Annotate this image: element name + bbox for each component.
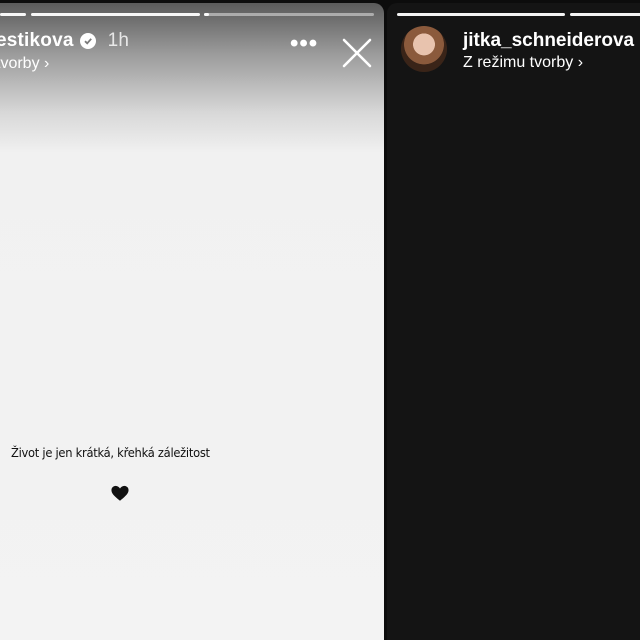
right-username[interactable]: jitka_schneiderova bbox=[463, 30, 634, 52]
close-icon[interactable] bbox=[340, 36, 374, 70]
left-username[interactable]: estikova bbox=[0, 30, 74, 52]
right-progress-bar-1 bbox=[397, 13, 565, 16]
left-progress-bar-1 bbox=[0, 13, 26, 16]
more-options-icon[interactable]: ••• bbox=[290, 32, 318, 56]
story-caption: Život je jen krátká, křehká záležitost bbox=[10, 445, 210, 460]
story-time: 1h bbox=[107, 30, 130, 51]
left-subtitle-link[interactable]: tvorby › bbox=[0, 55, 49, 73]
left-progress-bar-3 bbox=[204, 13, 374, 16]
black-heart-icon bbox=[111, 485, 129, 501]
left-progress-bar-3-fill bbox=[204, 13, 209, 16]
left-story-panel[interactable]: estikova 1h tvorby › ••• Život je jen kr… bbox=[0, 3, 384, 640]
right-subtitle-link[interactable]: Z režimu tvorby › bbox=[463, 54, 583, 72]
right-story-panel[interactable]: jitka_schneiderova Z režimu tvorby › bbox=[387, 3, 640, 640]
avatar[interactable] bbox=[401, 26, 447, 72]
right-progress-bar-2 bbox=[570, 13, 640, 16]
left-story-header[interactable]: estikova 1h bbox=[0, 30, 129, 52]
left-progress-bar-2 bbox=[31, 13, 200, 16]
verified-badge-icon bbox=[79, 33, 96, 49]
